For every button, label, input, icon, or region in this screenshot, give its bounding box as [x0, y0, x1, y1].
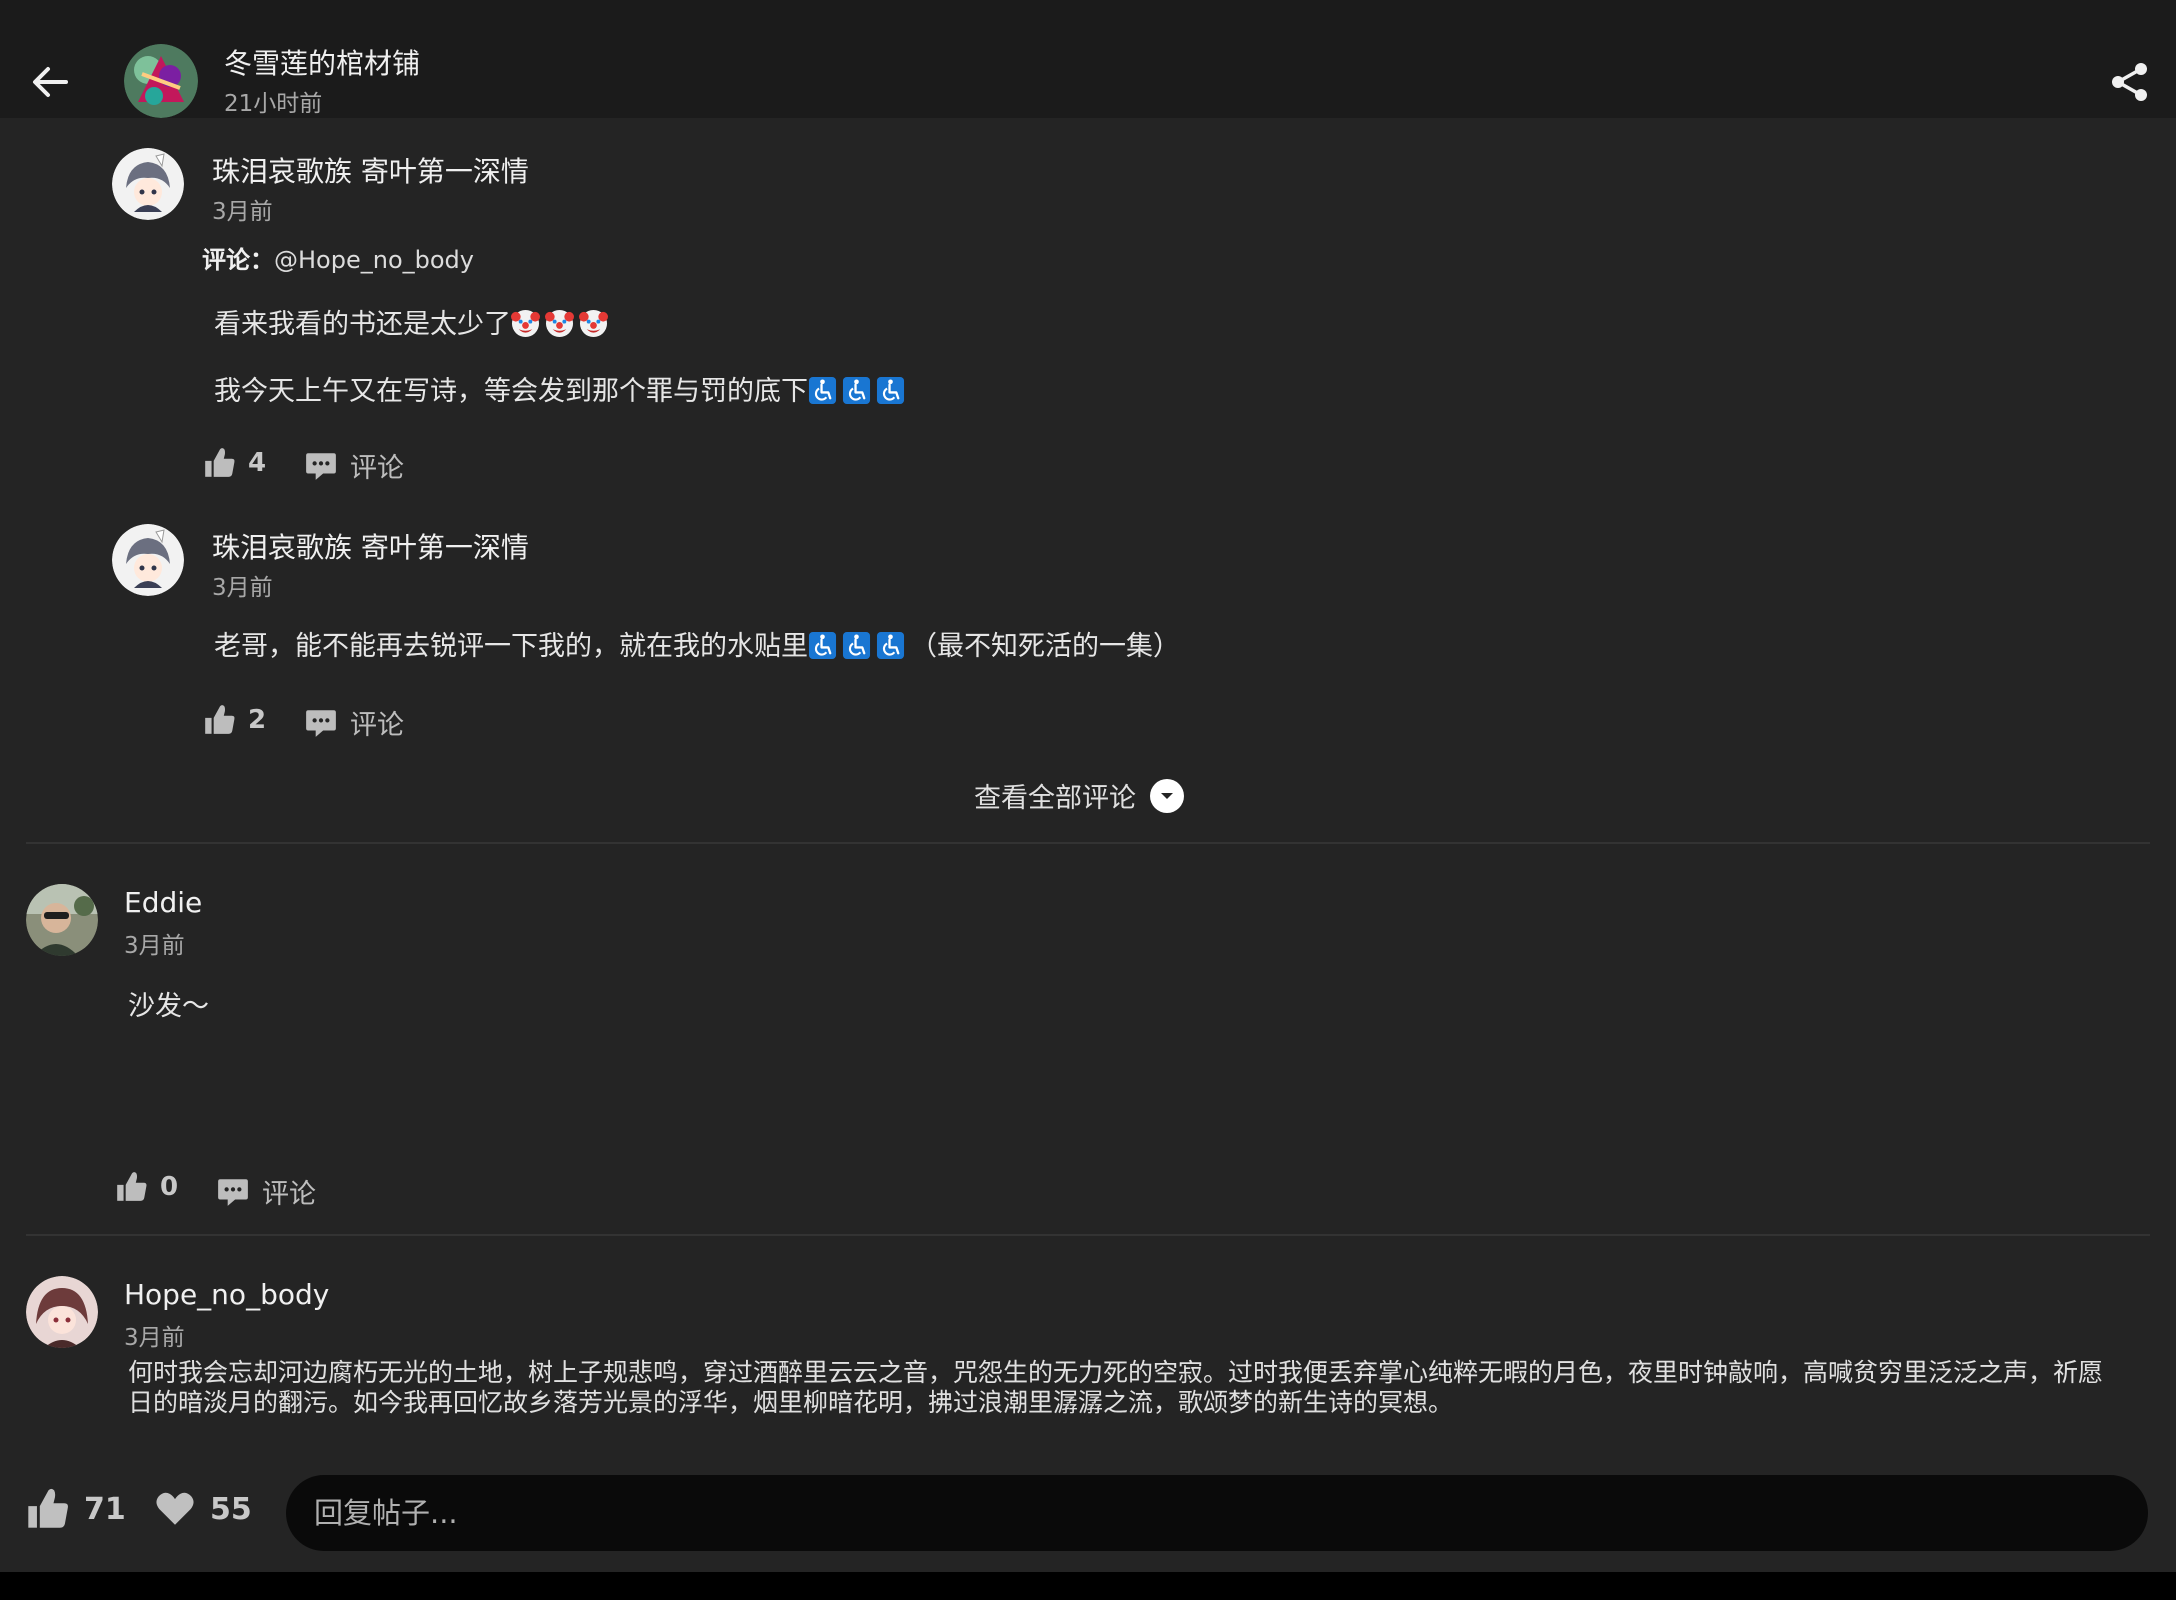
comment-text: （最不知死活的一集）	[910, 631, 1180, 662]
like-button[interactable]: 0	[114, 1170, 178, 1204]
post-time: 21小时前	[224, 91, 323, 117]
wheelchair-emoji-icon	[842, 376, 871, 405]
op-username[interactable]: Hope_no_body	[124, 1278, 329, 1311]
divider	[26, 1234, 2150, 1236]
comment-bubble-icon	[306, 452, 336, 480]
comment-text: 老哥，能不能再去锐评一下我的，就在我的水贴里	[214, 631, 808, 662]
top-bar: 冬雪莲的棺材铺 21小时前	[0, 0, 2176, 118]
op-avatar[interactable]	[26, 1276, 98, 1348]
commenter-avatar[interactable]	[112, 148, 184, 220]
comment-username[interactable]: 珠泪哀歌族 寄叶第一深情	[212, 526, 529, 566]
like-button[interactable]: 4	[202, 446, 266, 480]
commenter-avatar[interactable]	[112, 524, 184, 596]
post-favorite-button[interactable]: 55	[154, 1488, 252, 1530]
like-button[interactable]: 2	[202, 703, 266, 737]
comment-username[interactable]: 珠泪哀歌族 寄叶第一深情	[212, 150, 529, 190]
comment-bubble-icon	[306, 709, 336, 737]
comment-time: 3月前	[212, 575, 273, 601]
comment-label: 评论	[350, 453, 404, 484]
back-arrow-icon[interactable]	[28, 60, 72, 104]
post-like-count: 71	[84, 1491, 126, 1527]
heart-icon	[156, 1492, 194, 1525]
commenter-avatar[interactable]	[26, 884, 98, 956]
post-title: 冬雪莲的棺材铺	[224, 47, 421, 80]
wheelchair-emoji-icon	[876, 376, 905, 405]
comment-text: 我今天上午又在写诗，等会发到那个罪与罚的底下	[214, 376, 808, 407]
share-icon[interactable]	[2108, 60, 2152, 104]
comment-button[interactable]: 评论	[216, 1172, 316, 1211]
comment-button[interactable]: 评论	[304, 446, 404, 485]
thumbs-up-icon	[205, 448, 235, 477]
comment-label: 评论	[350, 710, 404, 741]
thumbs-up-icon	[205, 705, 235, 734]
thumbs-up-icon	[28, 1488, 68, 1528]
divider	[26, 842, 2150, 844]
comment-bubble-icon	[218, 1178, 248, 1206]
reply-input[interactable]	[286, 1475, 2148, 1551]
like-count: 4	[248, 448, 267, 478]
comment-text-line: 看来我看的书还是太少了	[214, 302, 613, 341]
wheelchair-emoji-icon	[876, 631, 905, 660]
reply-reference: 评论：@Hope_no_body	[202, 240, 474, 275]
wheelchair-emoji-icon	[808, 631, 837, 660]
clown-emoji-icon	[545, 309, 574, 338]
like-count: 2	[248, 705, 267, 735]
comment-text-line: 我今天上午又在写诗，等会发到那个罪与罚的底下	[214, 369, 910, 408]
thumbs-up-icon	[117, 1172, 147, 1201]
clown-emoji-icon	[511, 309, 540, 338]
comment-time: 3月前	[124, 933, 185, 959]
reply-label: 评论：	[202, 246, 274, 274]
comment-label: 评论	[262, 1179, 316, 1210]
wheelchair-emoji-icon	[842, 631, 871, 660]
reply-target[interactable]: @Hope_no_body	[274, 246, 474, 274]
system-nav-strip	[0, 1572, 2176, 1600]
view-all-label: 查看全部评论	[974, 783, 1136, 814]
op-time: 3月前	[124, 1325, 185, 1351]
comment-text: 看来我看的书还是太少了	[214, 309, 511, 340]
clown-emoji-icon	[579, 309, 608, 338]
comment-text-line: 老哥，能不能再去锐评一下我的，就在我的水贴里 （最不知死活的一集）	[214, 624, 1180, 663]
post-like-button[interactable]: 71	[24, 1486, 126, 1532]
like-count: 0	[160, 1172, 179, 1202]
comment-time: 3月前	[212, 199, 273, 225]
op-post-text: 何时我会忘却河边腐朽无光的土地，树上子规悲鸣，穿过酒醉里云云之音，咒怨生的无力死…	[128, 1358, 2104, 1417]
post-favorite-count: 55	[210, 1491, 252, 1527]
comment-text: 沙发～	[128, 991, 209, 1022]
post-author-avatar[interactable]	[124, 44, 198, 118]
wheelchair-emoji-icon	[808, 376, 837, 405]
comment-username[interactable]: Eddie	[124, 886, 202, 919]
chevron-down-icon	[1150, 778, 1184, 813]
view-all-comments-button[interactable]: 查看全部评论	[974, 776, 1184, 815]
comment-button[interactable]: 评论	[304, 703, 404, 742]
